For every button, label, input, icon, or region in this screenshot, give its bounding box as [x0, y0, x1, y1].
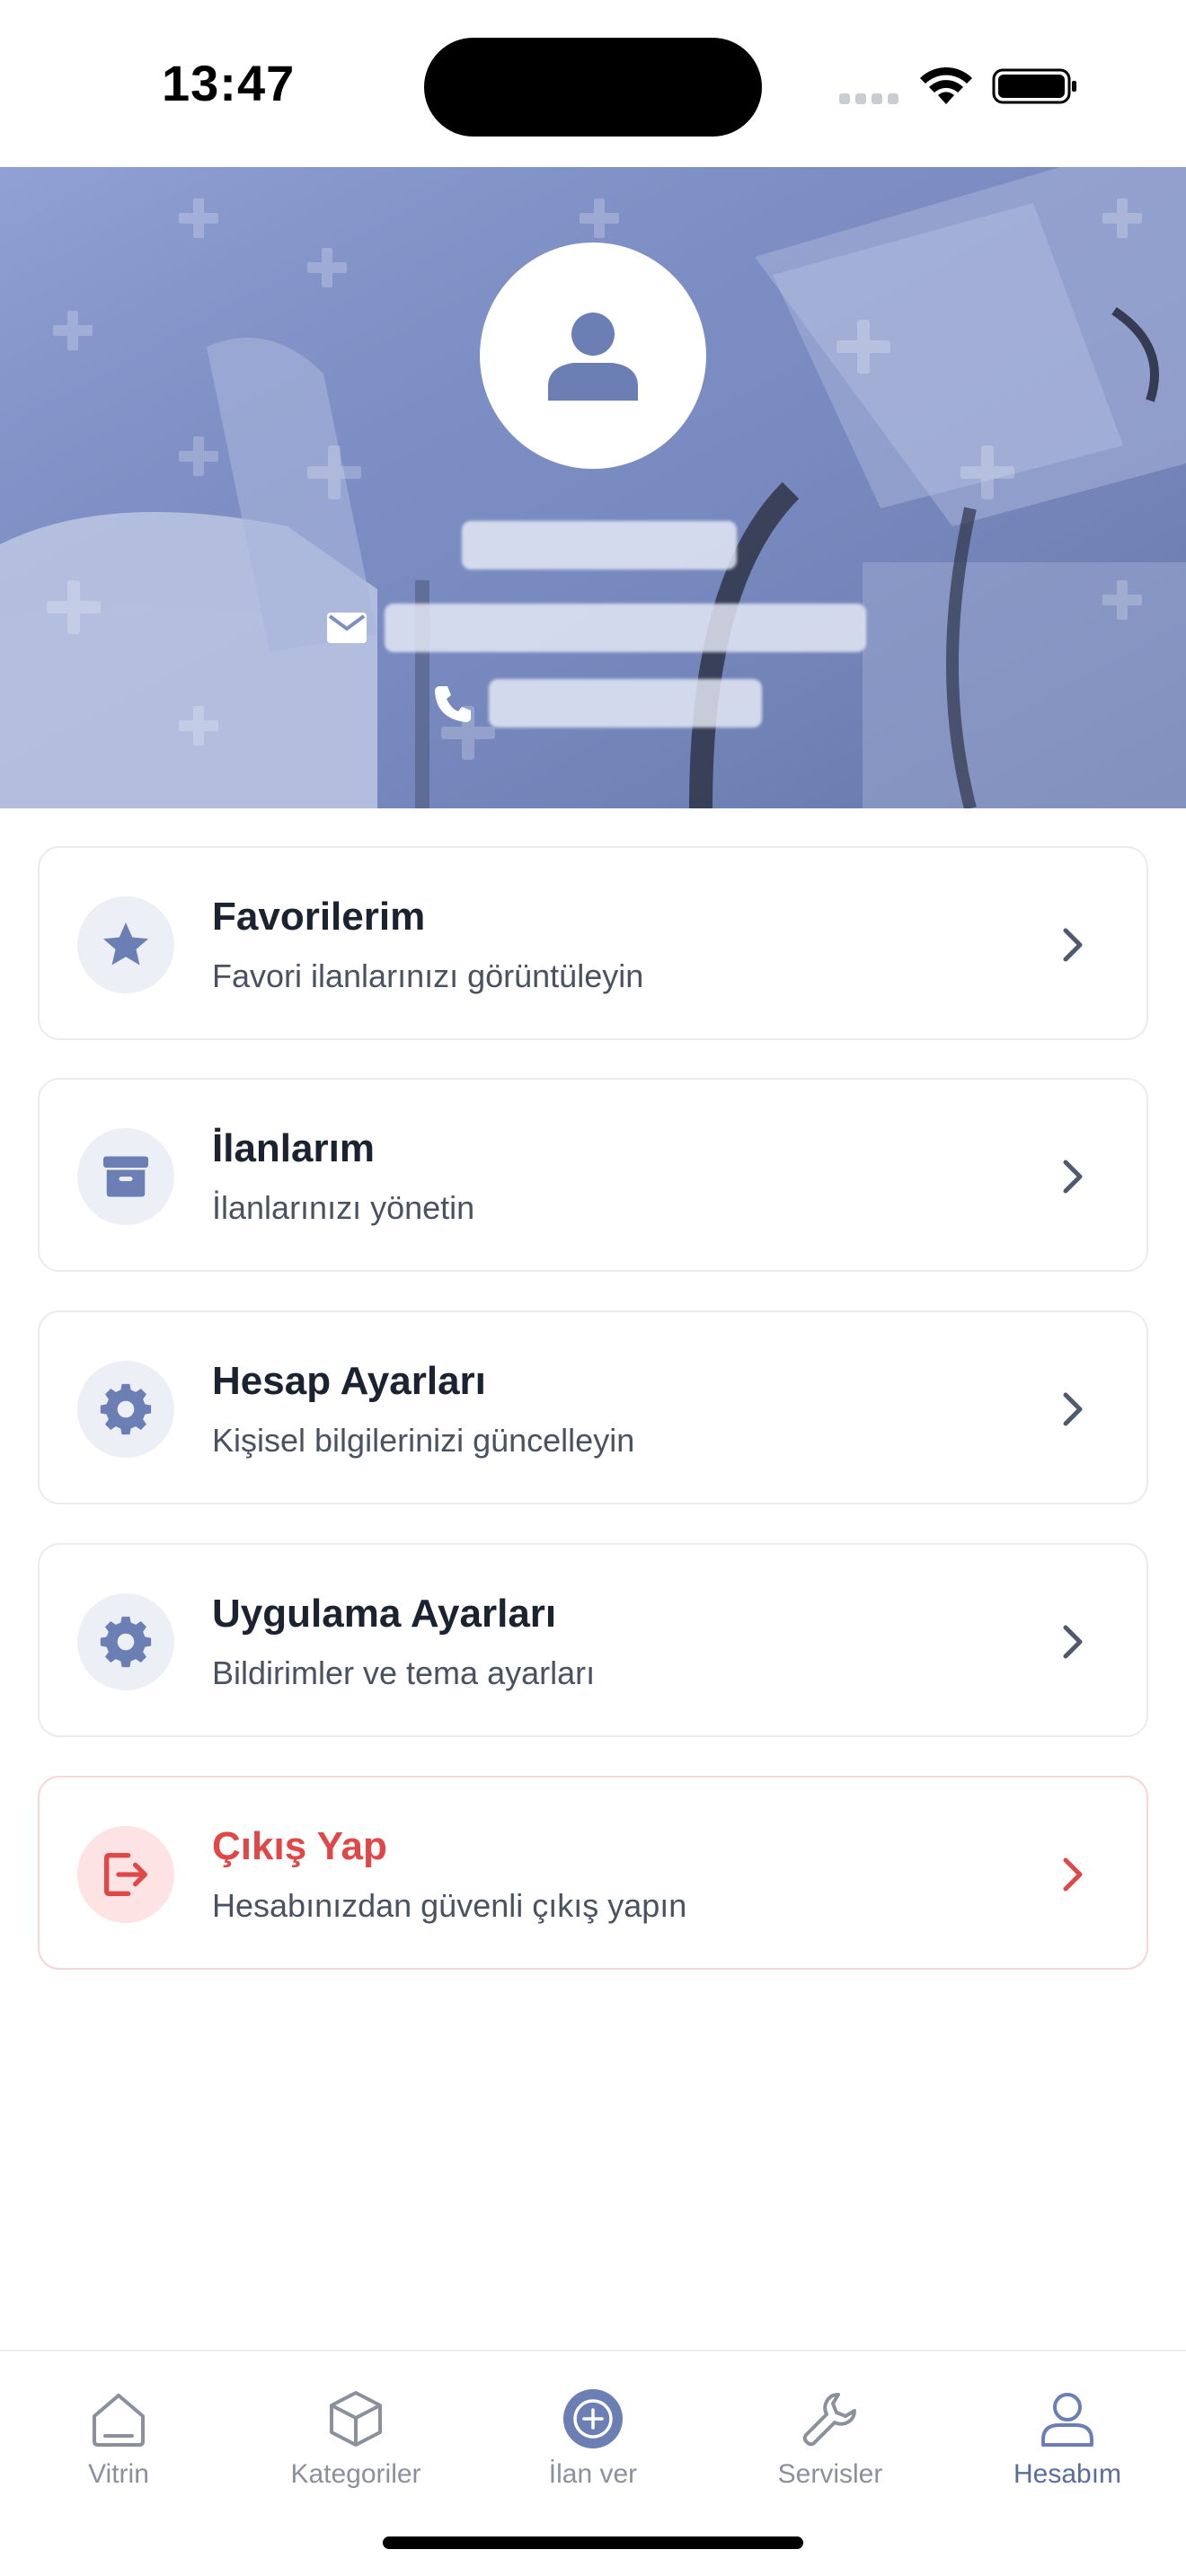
- menu-item-subtitle: Bildirimler ve tema ayarları: [212, 1654, 596, 1691]
- tab-label: İlan ver: [548, 2459, 638, 2489]
- menu-item-favorites[interactable]: Favorilerim Favori ilanlarınızı görüntül…: [38, 846, 1148, 1040]
- cellular-signal-icon: [839, 93, 900, 106]
- home-icon: [93, 2394, 145, 2447]
- wrench-icon: [802, 2393, 856, 2447]
- dynamic-island: [424, 38, 762, 137]
- status-time: 13:47: [162, 55, 296, 111]
- menu-item-logout[interactable]: Çıkış Yap Hesabınızdan güvenli çıkış yap…: [38, 1776, 1148, 1970]
- status-bar: 13:47: [0, 0, 1186, 167]
- menu-item-account-settings[interactable]: Hesap Ayarları Kişisel bilgilerinizi gün…: [38, 1310, 1148, 1504]
- menu-item-title: Favorilerim: [212, 895, 426, 939]
- chevron-right-icon: [1063, 1625, 1083, 1659]
- chevron-right-icon: [1063, 928, 1083, 962]
- profile-email: [385, 604, 866, 652]
- email-icon: [327, 613, 367, 643]
- wifi-icon: [920, 66, 972, 104]
- tab-label: Kategoriler: [290, 2459, 421, 2489]
- menu-item-title: Hesap Ayarları: [212, 1359, 486, 1403]
- tab-servisler[interactable]: Servisler: [740, 2373, 920, 2499]
- menu-item-title: İlanlarım: [212, 1126, 375, 1170]
- gear-icon: [100, 1616, 152, 1668]
- logout-icon: [104, 1853, 147, 1896]
- gear-icon: [100, 1383, 152, 1435]
- menu-item-subtitle: Hesabınızdan güvenli çıkış yapın: [212, 1887, 687, 1924]
- cube-icon: [330, 2391, 382, 2447]
- menu-item-my-listings[interactable]: İlanlarım İlanlarınızı yönetin: [38, 1078, 1148, 1272]
- user-avatar-icon: [548, 313, 638, 401]
- archive-icon: [103, 1156, 148, 1197]
- chevron-right-icon: [1063, 1857, 1083, 1892]
- profile-name: [462, 521, 737, 569]
- menu-item-subtitle: Favori ilanlarınızı görüntüleyin: [212, 957, 644, 994]
- chevron-right-icon: [1063, 1160, 1083, 1194]
- star-icon: [103, 922, 148, 966]
- menu-item-title: Uygulama Ayarları: [212, 1592, 557, 1636]
- tab-hesabim[interactable]: Hesabım: [978, 2373, 1157, 2499]
- tab-kategoriler[interactable]: Kategoriler: [266, 2373, 446, 2499]
- tab-label: Servisler: [777, 2459, 883, 2489]
- profile-phone: [489, 679, 762, 728]
- tab-label: Hesabım: [1013, 2459, 1122, 2489]
- plus-circle-icon: [563, 2389, 623, 2448]
- battery-icon: [992, 68, 1076, 104]
- avatar[interactable]: [480, 243, 706, 469]
- tab-ilan-ver[interactable]: İlan ver: [503, 2373, 683, 2499]
- home-indicator[interactable]: [383, 2536, 803, 2549]
- profile-header: [0, 167, 1186, 808]
- menu-item-title: Çıkış Yap: [212, 1824, 387, 1868]
- phone-icon: [435, 686, 471, 722]
- menu-item-app-settings[interactable]: Uygulama Ayarları Bildirimler ve tema ay…: [38, 1543, 1148, 1737]
- tab-vitrin[interactable]: Vitrin: [29, 2373, 208, 2499]
- menu-item-subtitle: İlanlarınızı yönetin: [212, 1189, 475, 1226]
- tab-label: Vitrin: [88, 2459, 149, 2489]
- chevron-right-icon: [1063, 1392, 1083, 1426]
- user-icon: [1041, 2393, 1093, 2447]
- menu-item-subtitle: Kişisel bilgilerinizi güncelleyin: [212, 1422, 635, 1459]
